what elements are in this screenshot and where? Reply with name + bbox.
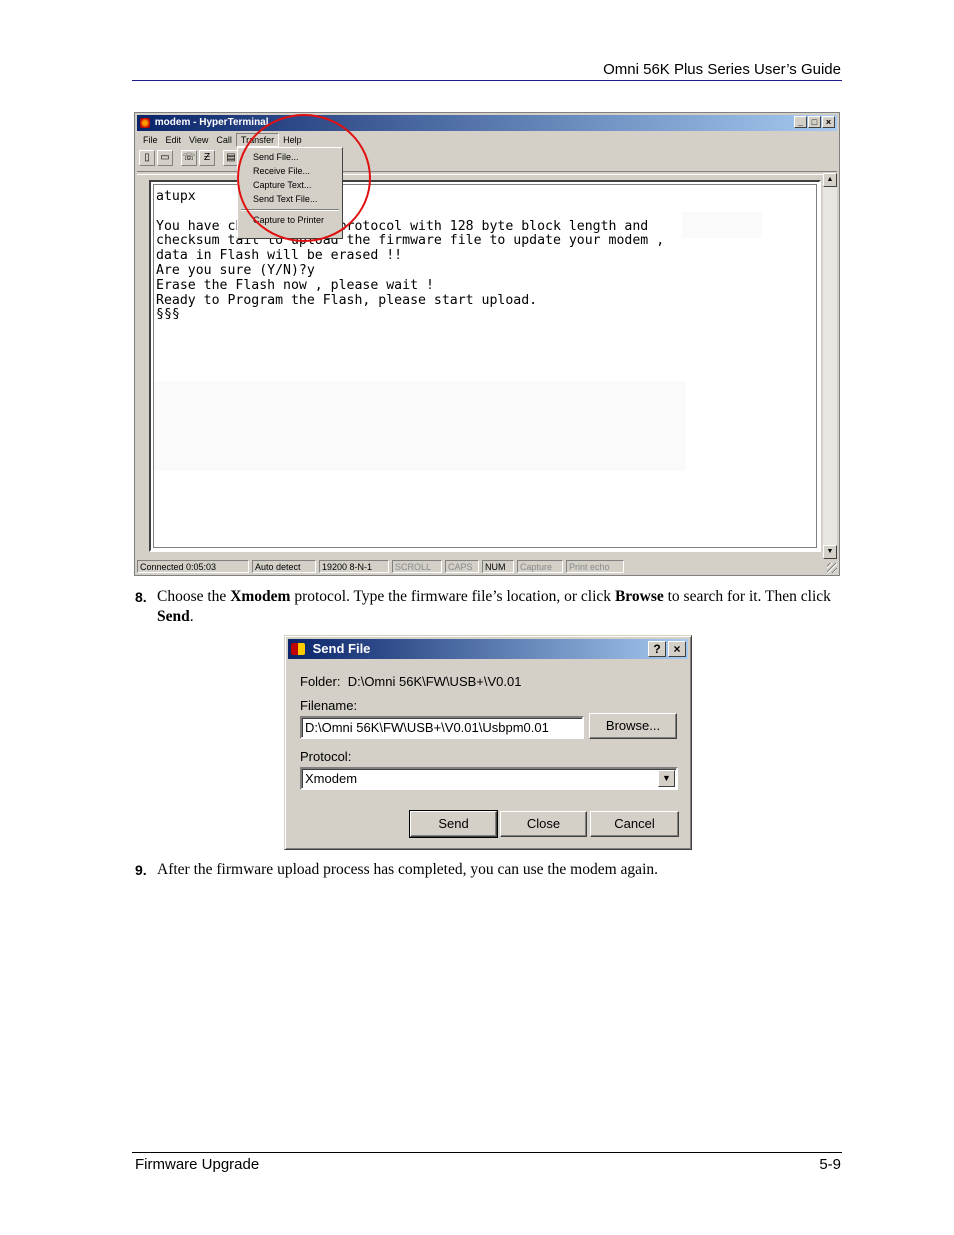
send-file-app-icon [291,643,305,655]
disconnect-icon[interactable]: Ƶ [199,150,215,166]
terminal-line: Ready to Program the Flash, please start… [156,292,538,308]
step-9: 9. After the firmware upload process has… [135,860,842,880]
page-header-title: Omni 56K Plus Series User’s Guide [603,61,841,78]
send-file-titlebar: Send File ? × [288,639,688,659]
step-8: 8. Choose the Xmodem protocol. Type the … [135,587,842,627]
browse-button[interactable]: Browse... [589,713,677,739]
menu-view[interactable]: View [185,133,212,147]
terminal-line: Are you sure (Y/N)?y [156,262,315,278]
protocol-label: Protocol: [300,749,352,764]
maximize-icon[interactable]: □ [808,116,821,128]
footer-section: Firmware Upgrade [135,1156,260,1173]
terminal-line: Erase the Flash now , please wait ! [156,277,434,293]
hyperterminal-titlebar: modem - HyperTerminal _ □ × [137,115,837,131]
close-icon[interactable]: × [668,641,686,657]
folder-label: Folder: [300,674,341,689]
step-number: 9. [135,862,147,878]
erased-region [154,381,686,471]
send-term: Send [157,608,190,625]
scroll-up-icon[interactable]: ▲ [823,173,837,187]
protocol-value: Xmodem [305,771,358,786]
scroll-down-icon[interactable]: ▼ [823,545,837,559]
cancel-button[interactable]: Cancel [590,811,679,837]
highlight-circle [237,114,371,242]
terminal-line: atupx [156,189,196,204]
close-button[interactable]: Close [500,811,587,837]
filename-label: Filename: [300,698,358,713]
status-connected: Connected 0:05:03 [137,560,249,573]
step-number: 8. [135,589,147,605]
menu-call[interactable]: Call [212,133,236,147]
terminal-line: data in Flash will be erased !! [156,248,403,264]
terminal-line: You have chosen Xmodem protocol with 128… [156,218,649,234]
hyperterminal-app-icon [140,118,150,128]
menu-edit[interactable]: Edit [162,133,186,147]
minimize-icon[interactable]: _ [794,116,807,128]
xmodem-term: Xmodem [230,588,291,605]
status-settings: 19200 8-N-1 [319,560,389,573]
chevron-down-icon[interactable]: ▼ [658,770,675,787]
send-file-dialog: Send File ? × Folder: D:\Omni 56K\FW\USB… [284,635,692,850]
erased-region [682,212,762,238]
footer-page-number: 5-9 [819,1156,841,1173]
vertical-scrollbar[interactable]: ▲ ▼ [823,173,837,559]
terminal-line: §§§ [156,307,180,323]
status-num: NUM [482,560,514,573]
hyperterminal-title: modem - HyperTerminal [154,117,269,128]
status-scroll: SCROLL [392,560,442,573]
hyperterminal-statusbar: Connected 0:05:03 Auto detect 19200 8-N-… [137,560,837,574]
folder-value: D:\Omni 56K\FW\USB+\V0.01 [347,674,522,689]
status-print-echo: Print echo [566,560,624,573]
protocol-select[interactable]: Xmodem ▼ [300,767,678,790]
open-icon[interactable]: ▭ [157,150,173,166]
terminal-line: checksum tail to upload the firmware fil… [156,233,665,249]
help-icon[interactable]: ? [648,641,666,657]
menu-file[interactable]: File [139,133,162,147]
terminal-text: atupx You have chosen Xmodem protocol wi… [156,189,665,323]
browse-term: Browse [614,588,664,605]
send-button[interactable]: Send [409,810,498,838]
status-caps: CAPS [445,560,479,573]
filename-input[interactable]: D:\Omni 56K\FW\USB+\V0.01\Usbpm0.01 [300,716,584,739]
status-capture: Capture [517,560,563,573]
hyperterminal-toolbar: ▯ ▭ ☏ Ƶ ▤ [139,150,239,168]
connect-icon[interactable]: ☏ [181,150,197,166]
step-text: Choose the Xmodem protocol. Type the fir… [157,588,831,625]
resize-grip-icon[interactable] [827,563,837,573]
new-icon[interactable]: ▯ [139,150,155,166]
folder-row: Folder: D:\Omni 56K\FW\USB+\V0.01 [300,674,521,689]
close-icon[interactable]: × [822,116,835,128]
status-detect: Auto detect [252,560,316,573]
header-rule [132,80,842,81]
send-file-title: Send File [312,641,371,656]
step-text: After the firmware upload process has co… [157,861,658,878]
footer-rule [132,1152,842,1153]
